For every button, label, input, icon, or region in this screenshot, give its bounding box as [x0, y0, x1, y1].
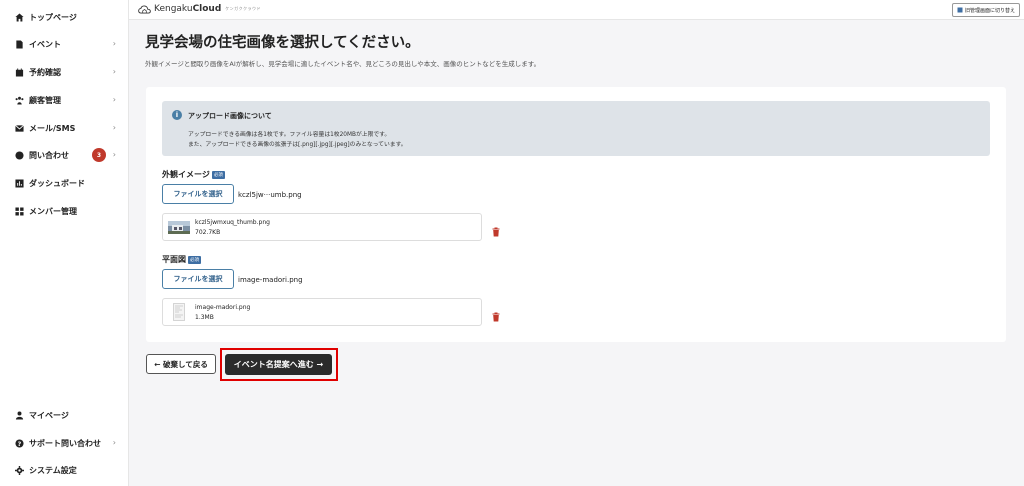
- sidebar-item-inquiries[interactable]: 問い合わせ 3 ›: [0, 146, 129, 164]
- info-icon: i: [172, 110, 182, 120]
- gear-icon: [14, 465, 24, 475]
- sidebar-item-reservations[interactable]: 予約確認 ›: [0, 63, 129, 81]
- chevron-right-icon: ›: [112, 67, 116, 76]
- chat-icon: [14, 150, 24, 160]
- chevron-right-icon: ›: [112, 95, 116, 104]
- floorplan-file-size: 1.3MB: [195, 314, 214, 321]
- floorplan-label: 平面図 必須: [162, 255, 201, 264]
- exterior-delete-button[interactable]: [492, 222, 500, 237]
- sidebar-item-mail-sms[interactable]: メール/SMS ›: [0, 119, 129, 137]
- sidebar-item-dashboard[interactable]: ダッシュボード: [0, 174, 129, 192]
- top-header: Kengaku Cloud ケンガククラウド 旧管理画面に切り替え: [129, 0, 1024, 20]
- exterior-file-preview: kczl5jwmxuq_thumb.png 702.7KB: [162, 213, 482, 241]
- sidebar-item-members[interactable]: メンバー管理: [0, 202, 129, 220]
- cloud-logo-icon: [138, 4, 151, 14]
- grid-icon: [14, 206, 24, 216]
- floorplan-thumbnail: [173, 303, 185, 321]
- floorplan-file-select-button[interactable]: ファイルを選択: [162, 269, 234, 289]
- user-icon: [14, 410, 24, 420]
- people-icon: [14, 95, 24, 105]
- discard-back-button[interactable]: ← 破棄して戻る: [146, 354, 216, 374]
- home-icon: [14, 12, 24, 22]
- info-line-2: また、アップロードできる画像の拡張子は[.png][.jpg][.jpeg]のみ…: [188, 142, 407, 148]
- floorplan-delete-button[interactable]: [492, 307, 500, 322]
- switch-legacy-admin-button[interactable]: 旧管理画面に切り替え: [951, 3, 1020, 17]
- svg-text:?: ?: [17, 440, 21, 447]
- chevron-right-icon: ›: [112, 123, 116, 132]
- floorplan-file-name: image-madori.png: [195, 304, 251, 311]
- page-title: 見学会場の住宅画像を選択してください。: [145, 35, 420, 51]
- mail-icon: [14, 123, 24, 133]
- upload-card: i アップロード画像について アップロードできる画像は各1枚です。ファイル容量は…: [146, 87, 1006, 342]
- exterior-file-size: 702.7KB: [195, 229, 221, 236]
- help-icon: ?: [14, 438, 24, 448]
- sidebar-item-top[interactable]: トップページ: [0, 8, 129, 26]
- sidebar-item-mypage[interactable]: マイページ: [0, 406, 129, 424]
- page-description: 外観イメージと間取り画像をAIが解析し、見学会場に適したイベント名や、見どころの…: [145, 60, 541, 68]
- exterior-thumbnail: [168, 221, 190, 234]
- app-logo[interactable]: Kengaku Cloud ケンガククラウド: [138, 4, 261, 14]
- calendar-icon: [14, 67, 24, 77]
- sidebar-item-system-settings[interactable]: システム設定: [0, 461, 129, 479]
- trash-icon: [492, 227, 500, 237]
- unread-badge: 3: [92, 148, 106, 162]
- sidebar: トップページ イベント › 予約確認 › 顧客管理 › メール/SMS › 問い…: [0, 0, 129, 486]
- info-title: アップロード画像について: [188, 112, 272, 120]
- next-event-name-button[interactable]: イベント名提案へ進む →: [225, 354, 332, 375]
- sidebar-item-customers[interactable]: 顧客管理 ›: [0, 91, 129, 109]
- chart-icon: [14, 178, 24, 188]
- switch-icon: [957, 7, 963, 13]
- exterior-file-select-button[interactable]: ファイルを選択: [162, 184, 234, 204]
- sidebar-item-support[interactable]: ? サポート問い合わせ ›: [0, 434, 129, 452]
- required-badge: 必須: [188, 255, 201, 264]
- required-badge: 必須: [211, 170, 225, 179]
- floorplan-selected-file-name: image-madori.png: [238, 276, 303, 284]
- chevron-right-icon: ›: [112, 438, 116, 447]
- chevron-right-icon: ›: [112, 39, 116, 48]
- info-line-1: アップロードできる画像は各1枚です。ファイル容量は1枚20MBが上限です。: [188, 132, 391, 138]
- chevron-right-icon: ›: [112, 150, 116, 159]
- sidebar-item-event[interactable]: イベント ›: [0, 35, 129, 53]
- upload-info-box: i アップロード画像について アップロードできる画像は各1枚です。ファイル容量は…: [162, 101, 990, 156]
- exterior-image-label: 外観イメージ 必須: [162, 170, 225, 179]
- exterior-file-name: kczl5jwmxuq_thumb.png: [195, 219, 270, 226]
- exterior-selected-file-name: kczl5jw···umb.png: [238, 191, 302, 199]
- document-icon: [14, 39, 24, 49]
- floorplan-file-preview: image-madori.png 1.3MB: [162, 298, 482, 326]
- trash-icon: [492, 312, 500, 322]
